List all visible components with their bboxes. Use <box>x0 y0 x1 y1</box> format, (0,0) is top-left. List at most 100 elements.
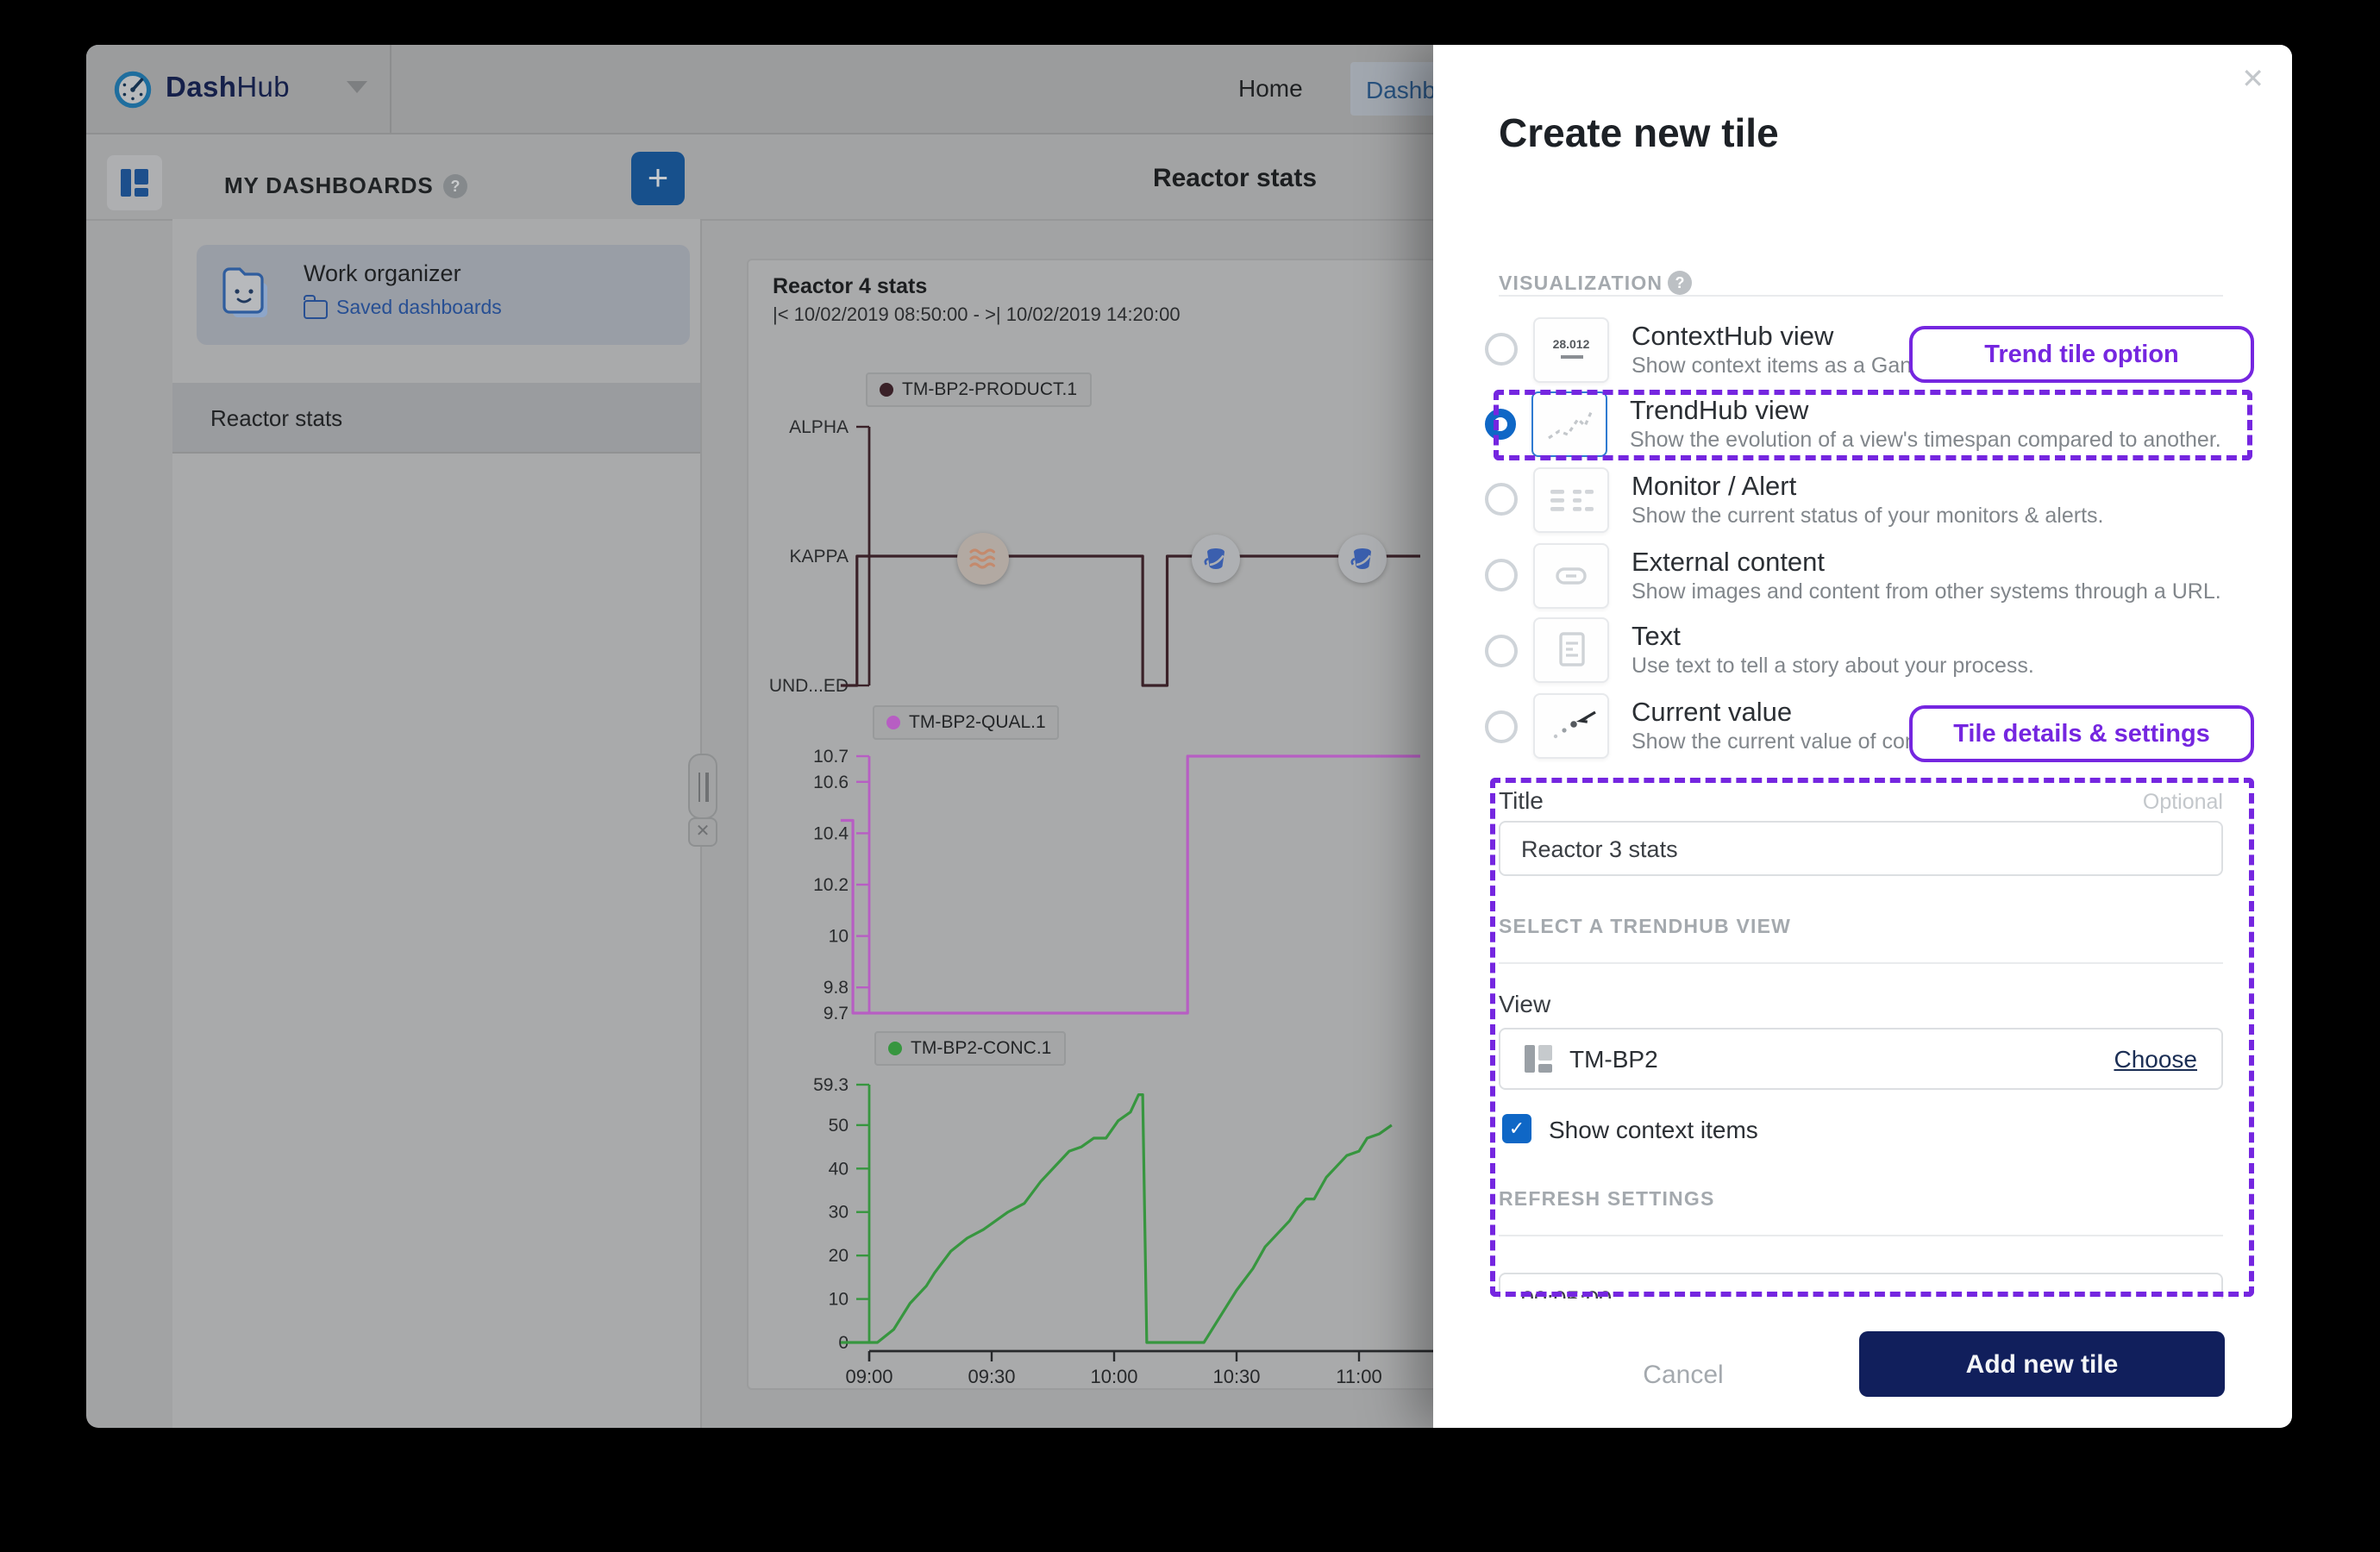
option-title: Current value <box>1632 698 1793 728</box>
divider <box>1499 962 2223 964</box>
svg-text:KAPPA: KAPPA <box>790 547 849 566</box>
radio-button[interactable] <box>1485 333 1518 366</box>
svg-text:09:00: 09:00 <box>845 1366 892 1387</box>
trend-tile-option-badge: Trend tile option <box>1909 326 2254 383</box>
trend-icon <box>1531 391 1607 458</box>
svg-text:10.4: 10.4 <box>813 823 849 843</box>
svg-text:50: 50 <box>829 1116 849 1136</box>
splitter-drag-handle[interactable] <box>688 754 717 819</box>
option-description: Use text to tell a story about your proc… <box>1632 654 2034 679</box>
add-new-tile-button[interactable]: Add new tile <box>1859 1331 2225 1397</box>
svg-text:10.7: 10.7 <box>813 747 849 767</box>
checkbox-checked-icon[interactable]: ✓ <box>1502 1114 1531 1143</box>
chevron-down-icon[interactable] <box>347 81 367 93</box>
viz-option-text[interactable]: Text Use text to tell a story about your … <box>1485 614 2244 688</box>
optional-label: Optional <box>2142 790 2223 814</box>
series-TM-BP2-PRODUCT.1 <box>840 554 1420 687</box>
tile-details-settings-badge: Tile details & settings <box>1909 705 2254 762</box>
svg-text:30: 30 <box>829 1203 849 1223</box>
series-TM-BP2-QUAL.1 <box>840 754 1420 1015</box>
section-select-view: SELECT A TRENDHUB VIEW <box>1499 917 1792 938</box>
brand-hub: Hub <box>236 72 291 103</box>
brand-dash: Dash <box>166 72 237 103</box>
radio-button[interactable] <box>1485 483 1518 516</box>
sidebar-item-subtitle: Saved dashboards <box>304 294 502 319</box>
dashboard-grid-button[interactable] <box>107 155 162 210</box>
divider <box>1499 295 2223 297</box>
sidebar-item-title: Work organizer <box>304 260 461 286</box>
section-refresh: REFRESH SETTINGS <box>1499 1190 1715 1211</box>
gantt-icon: 28.012 <box>1533 316 1609 382</box>
splitter-close-button[interactable]: ✕ <box>688 817 717 847</box>
viz-option-monitor-alert[interactable]: Monitor / Alert Show the current status o… <box>1485 463 2244 537</box>
section-visualization: VISUALIZATION <box>1499 274 1663 295</box>
choose-link[interactable]: Choose <box>2114 1045 2197 1073</box>
svg-text:59.3: 59.3 <box>813 1075 849 1095</box>
radio-button[interactable] <box>1485 634 1518 667</box>
visualization-help-icon[interactable]: ? <box>1668 271 1692 295</box>
cancel-button[interactable]: Cancel <box>1623 1342 1744 1407</box>
legend-conc: TM-BP2-CONC.1 <box>874 1031 1066 1066</box>
view-value: TM-BP2 <box>1569 1045 1658 1073</box>
option-description: Show the current value of com <box>1632 729 1923 754</box>
view-selector: TM-BP2 Choose <box>1499 1028 2223 1090</box>
modal-title: Create new tile <box>1499 110 1779 155</box>
svg-text:10:00: 10:00 <box>1090 1366 1137 1387</box>
svg-text:10.6: 10.6 <box>813 773 849 792</box>
sidebar-item-reactor-stats[interactable]: Reactor stats <box>172 383 700 452</box>
value-icon <box>1533 693 1609 759</box>
radio-button[interactable] <box>1485 710 1518 742</box>
dashboard-grid-icon <box>121 169 148 197</box>
refresh-interval-clipped: 00:05:00 <box>1499 1273 2223 1299</box>
saved-dashboards-label: Saved dashboards <box>336 298 502 319</box>
option-description: Show context items as a Gantt <box>1632 353 1925 377</box>
svg-text:UND...ED: UND...ED <box>769 676 849 696</box>
app-window: DashHub Home Dashboards MY DASHBOARDS ? … <box>86 45 2292 1428</box>
help-icon[interactable]: ? <box>443 174 467 198</box>
option-title: TrendHub view <box>1630 397 1809 427</box>
create-tile-panel: ✕ Create new tile VISUALIZATION ? 28.012… <box>1433 45 2292 1428</box>
svg-text:40: 40 <box>829 1159 849 1179</box>
svg-text:10.2: 10.2 <box>813 875 849 895</box>
dashhub-logo-icon <box>114 71 152 109</box>
legend-qual: TM-BP2-QUAL.1 <box>873 705 1060 740</box>
series-TM-BP2-CONC.1 <box>840 1092 1393 1344</box>
svg-text:20: 20 <box>829 1246 849 1266</box>
nav-item-home[interactable]: Home <box>1238 74 1303 102</box>
view-grid-icon <box>1525 1045 1552 1073</box>
option-description: Show the current status of your monitors… <box>1632 503 2104 528</box>
close-icon[interactable]: ✕ <box>2241 62 2264 97</box>
tile-title: Reactor 4 stats <box>773 274 928 298</box>
option-title: ContextHub view <box>1632 322 1834 351</box>
show-context-items-row[interactable]: ✓ Show context items <box>1502 1114 1758 1143</box>
svg-text:9.7: 9.7 <box>824 1004 849 1023</box>
radio-button[interactable] <box>1485 559 1518 592</box>
view-label: View <box>1499 990 1551 1017</box>
svg-text:9.8: 9.8 <box>824 978 849 998</box>
svg-text:10: 10 <box>829 927 849 947</box>
option-title: Text <box>1632 623 1681 653</box>
radio-selected[interactable] <box>1485 409 1516 441</box>
title-label: Title <box>1499 786 1544 814</box>
folder-icon <box>304 294 328 318</box>
svg-text:10:30: 10:30 <box>1212 1366 1260 1387</box>
option-title: External content <box>1632 548 1826 578</box>
viz-option-trendhub-view[interactable]: TrendHub view Show the evolution of a vie… <box>1485 387 2244 461</box>
sidebar-title: MY DASHBOARDS <box>224 172 434 198</box>
viz-option-external-content[interactable]: External content Show images and content … <box>1485 538 2244 612</box>
option-title: Monitor / Alert <box>1632 472 1797 502</box>
refresh-interval-input[interactable]: 00:05:00 <box>1499 1273 2223 1299</box>
title-input[interactable] <box>1499 821 2223 876</box>
link-icon <box>1533 542 1609 609</box>
svg-text:ALPHA: ALPHA <box>789 417 849 437</box>
brand-name: DashHub <box>166 72 290 105</box>
topbar-divider <box>390 45 391 133</box>
svg-text:10: 10 <box>829 1290 849 1310</box>
sidebar-item-work-organizer[interactable]: Work organizer Saved dashboards <box>197 245 690 345</box>
add-dashboard-button[interactable]: + <box>631 152 685 205</box>
context-item-bucket-icon[interactable] <box>1192 534 1241 582</box>
option-description: Show the evolution of a view's timespan … <box>1630 428 2221 453</box>
text-icon <box>1533 617 1609 684</box>
monitor-icon <box>1533 466 1609 533</box>
screenshot-stage: DashHub Home Dashboards MY DASHBOARDS ? … <box>0 0 2380 1552</box>
